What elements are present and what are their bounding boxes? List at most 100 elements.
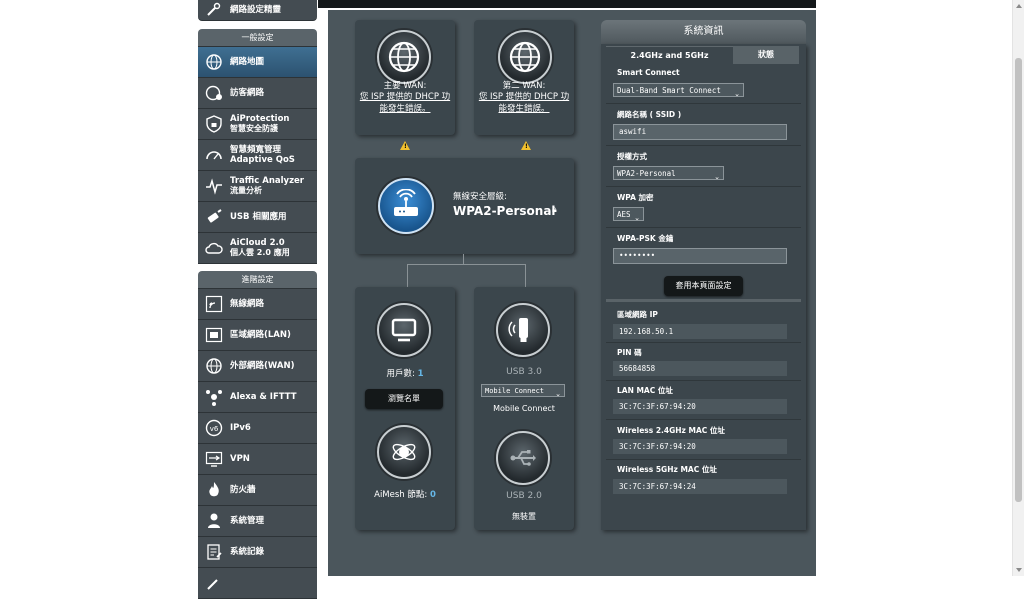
sidebar-item-label: 網路地圖 — [230, 57, 265, 67]
primary-wan-title: 主要 WAN: — [383, 81, 427, 91]
sidebar-item-vpn[interactable]: VPN — [198, 444, 317, 475]
primary-wan-card[interactable]: 主要 WAN: 您 ISP 提供的 DHCP 功能發生錯誤。 — [355, 20, 455, 135]
clients-circle[interactable] — [377, 303, 431, 357]
sidebar-item-label: Traffic Analyzer — [230, 176, 304, 186]
usb30-circle[interactable] — [496, 303, 550, 357]
sidebar-item-label: AiProtection — [230, 114, 290, 124]
wireless-24ghz-mac-value: 3C:7C:3F:67:94:20 — [613, 439, 787, 454]
warning-icon: ! — [521, 141, 531, 150]
sidebar-item-ipv6[interactable]: v6 IPv6 — [198, 413, 317, 444]
tools-icon — [202, 571, 226, 595]
lock-icon: 🔒︎ — [552, 205, 557, 215]
apply-settings-button[interactable]: 套用本頁面設定 — [664, 276, 743, 296]
page-scrollbar[interactable] — [1012, 0, 1024, 576]
sidebar-item-usb-application[interactable]: USB 相關應用 — [198, 202, 317, 233]
sidebar-item-label: 區域網路(LAN) — [230, 330, 291, 340]
tab-wireless[interactable]: 2.4GHz and 5GHz — [606, 46, 733, 65]
sidebar-item-system-log[interactable]: 系統記錄 — [198, 537, 317, 568]
pin-code-label: PIN 碼 — [617, 348, 642, 357]
sidebar-item-administration[interactable]: 系統管理 — [198, 506, 317, 537]
auth-method-label: 授權方式 — [617, 152, 647, 161]
admin-user-icon — [202, 509, 226, 533]
wireless-5ghz-mac-value: 3C:7C:3F:67:94:24 — [613, 479, 787, 494]
router-icon — [394, 189, 418, 216]
clients-card: 用戶數: 1 瀏覽名單 AiMesh 節點: 0 — [355, 287, 455, 530]
sidebar-item-partial[interactable] — [198, 568, 317, 599]
sidebar-item-wireless[interactable]: 無線網路 — [198, 289, 317, 320]
globe-icon — [388, 41, 420, 73]
globe-icon — [202, 354, 226, 378]
ssid-label: 網路名稱 ( SSID ) — [617, 110, 682, 119]
scroll-down-icon[interactable] — [1016, 568, 1022, 572]
view-list-button[interactable]: 瀏覽名單 — [365, 389, 443, 409]
wpa-encryption-select[interactable]: AES ⌄ — [613, 207, 644, 222]
wpa-psk-input[interactable]: •••••••• — [613, 248, 787, 264]
auth-method-select[interactable]: WPA2-Personal ⌄ — [613, 166, 724, 181]
sidebar-item-setup-wizard[interactable]: 網路設定精靈 — [198, 0, 317, 21]
divider — [606, 227, 801, 228]
divider — [606, 103, 801, 104]
smart-connect-select[interactable]: Dual-Band Smart Connect ⌄ — [613, 83, 744, 98]
sidebar-item-label: 無線網路 — [230, 299, 265, 309]
sidebar-item-adaptive-qos[interactable]: 智慧頻寬管理 Adaptive QoS — [198, 140, 317, 171]
computer-icon — [391, 318, 417, 342]
primary-wan-globe — [377, 30, 431, 84]
sidebar-item-network-map[interactable]: 網路地圖 — [198, 47, 317, 78]
clients-label: 用戶數: — [386, 369, 415, 379]
tab-status[interactable]: 狀態 — [733, 46, 799, 64]
aimesh-count-row: AiMesh 節點: 0 — [355, 488, 455, 500]
router-card[interactable]: 無線安全層級: WPA2-Personal 🔒︎ — [355, 158, 574, 254]
clients-count: 1 — [417, 369, 424, 379]
divider — [606, 380, 801, 381]
wpa-psk-label: WPA-PSK 金鑰 — [617, 234, 674, 243]
usb30-mode-select[interactable]: Mobile Connect ⌄ — [481, 384, 565, 398]
top-bar — [318, 0, 816, 8]
sidebar-item-firewall[interactable]: 防火牆 — [198, 475, 317, 506]
usb20-circle[interactable] — [496, 431, 550, 485]
error-line: 您 ISP 提供的 DHCP 功 — [359, 92, 451, 102]
usb30-mode-value: Mobile Connect — [485, 387, 545, 395]
wireless-5ghz-mac-label: Wireless 5GHz MAC 位址 — [617, 465, 717, 474]
secondary-wan-title: 第二 WAN: — [502, 81, 546, 91]
sidebar-item-label: 外部網路(WAN) — [230, 361, 295, 371]
sidebar-item-lan[interactable]: 區域網路(LAN) — [198, 320, 317, 351]
sidebar-item-wan[interactable]: 外部網路(WAN) — [198, 351, 317, 382]
divider — [606, 145, 801, 146]
divider — [606, 342, 801, 343]
sidebar-item-label: 系統管理 — [230, 516, 265, 526]
aimesh-circle[interactable] — [377, 425, 431, 479]
security-level-value: WPA2-Personal — [453, 204, 556, 218]
error-line: 能發生錯誤。 — [498, 104, 550, 114]
sidebar-item-traffic-analyzer[interactable]: Traffic Analyzer 流量分析 — [198, 171, 317, 202]
log-document-icon — [202, 540, 226, 564]
ssid-input[interactable]: aswifi — [613, 124, 787, 140]
secondary-wan-globe — [498, 30, 552, 84]
connector-line — [407, 264, 526, 265]
scroll-thumb[interactable] — [1015, 58, 1022, 502]
section-divider — [606, 299, 801, 302]
primary-wan-error-link[interactable]: 您 ISP 提供的 DHCP 功能發生錯誤。 — [355, 91, 455, 115]
usb20-caption: 無裝置 — [512, 512, 536, 521]
scroll-up-icon[interactable] — [1016, 4, 1022, 8]
sidebar-item-guest-network[interactable]: 訪客網路 — [198, 78, 317, 109]
chevron-down-icon: ⌄ — [734, 90, 740, 98]
sidebar-item-sublabel: 流量分析 — [230, 186, 262, 195]
smart-connect-value: Dual-Band Smart Connect — [617, 86, 721, 95]
usb-stick-icon — [202, 205, 226, 229]
lan-port-icon — [202, 323, 226, 347]
sidebar-item-label: 網路設定精靈 — [230, 5, 282, 15]
chevron-down-icon: ⌄ — [634, 214, 640, 222]
auth-method-value: WPA2-Personal — [617, 169, 676, 178]
sidebar-item-label: 系統記錄 — [230, 547, 265, 557]
sidebar-item-label: 訪客網路 — [230, 88, 265, 98]
sidebar-item-aiprotection[interactable]: AiProtection 智慧安全防護 — [198, 109, 317, 140]
sidebar-item-label: AiCloud 2.0 — [230, 238, 285, 248]
divider — [606, 186, 801, 187]
secondary-wan-card[interactable]: 第二 WAN: 您 ISP 提供的 DHCP 功能發生錯誤。 — [474, 20, 574, 135]
sidebar-item-alexa-ifttt[interactable]: Alexa & IFTTT — [198, 382, 317, 413]
sidebar-item-aicloud[interactable]: AiCloud 2.0 個人雲 2.0 應用 — [198, 233, 317, 264]
secondary-wan-error-link[interactable]: 您 ISP 提供的 DHCP 功能發生錯誤。 — [474, 91, 574, 115]
aimesh-count: 0 — [429, 490, 436, 500]
usb30-caption: Mobile Connect — [493, 404, 555, 413]
usb-symbol-icon — [510, 450, 536, 466]
